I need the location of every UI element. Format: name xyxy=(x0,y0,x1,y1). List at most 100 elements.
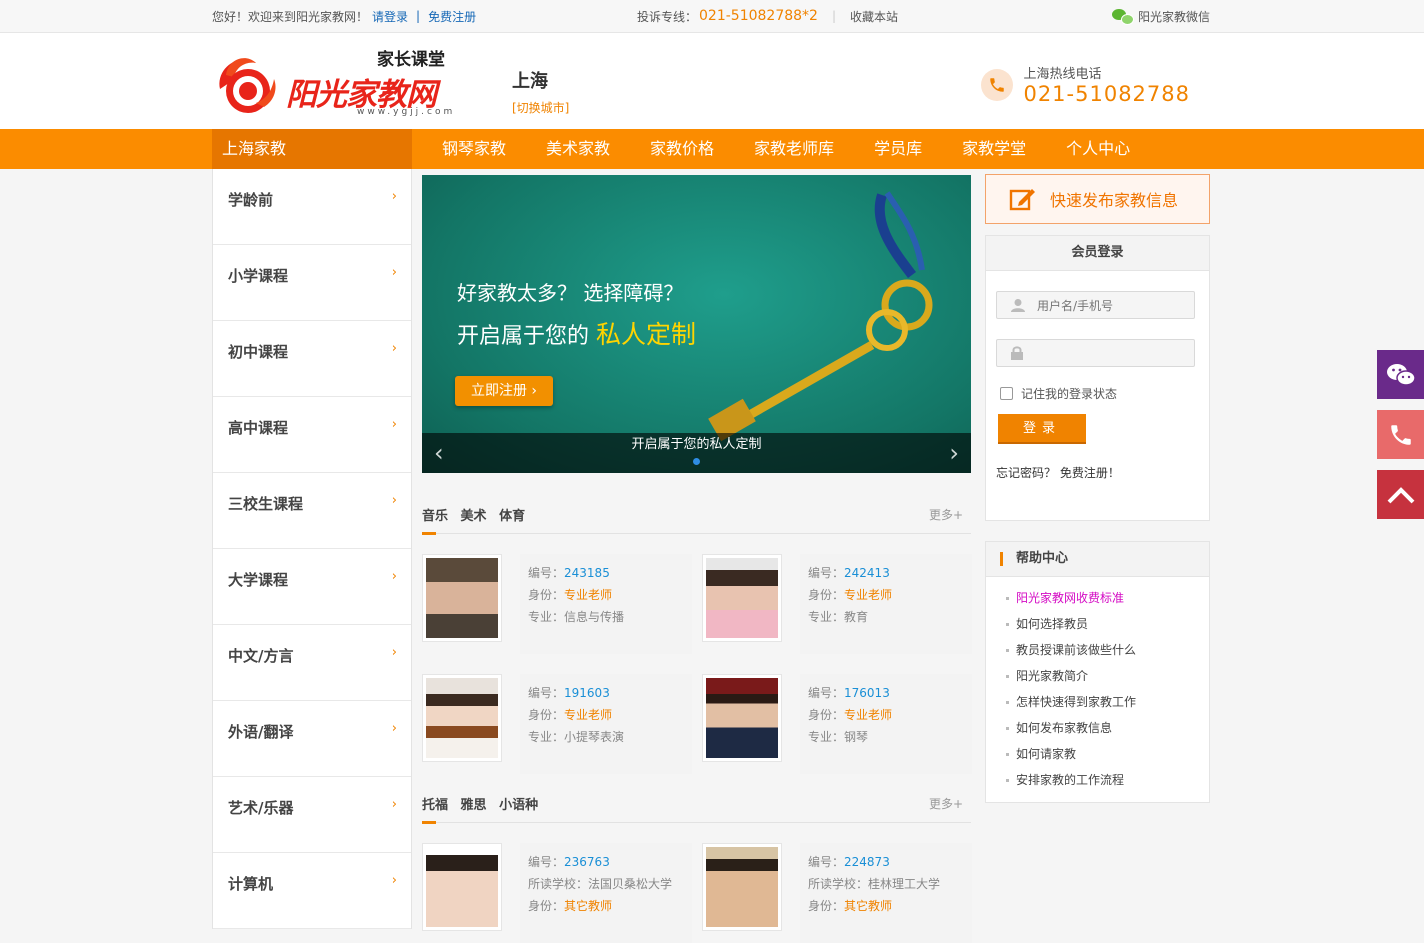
back-to-top-button[interactable] xyxy=(1377,470,1424,519)
nav-item-piano[interactable]: 钢琴家教 xyxy=(442,129,506,169)
teacher-photo[interactable] xyxy=(422,554,502,642)
username-field[interactable] xyxy=(996,291,1195,319)
remember-label: 记住我的登录状态 xyxy=(1021,387,1118,401)
bookmark-link[interactable]: 收藏本站 xyxy=(850,8,898,25)
teacher-number[interactable]: 191603 xyxy=(564,686,610,700)
teacher-card[interactable]: 编号：242413 身份：专业老师 专业：教育 xyxy=(702,554,972,654)
field-label: 身份： xyxy=(528,708,565,722)
main-nav: 上海家教 钢琴家教 美术家教 家教价格 家教老师库 学员库 家教学堂 个人中心 xyxy=(0,129,1424,169)
banner-register-button[interactable]: 立即注册 › xyxy=(455,376,553,406)
promo-banner[interactable]: 好家教太多？ 选择障碍？ 开启属于您的 私人定制 立即注册 › ‹ 开启属于您的… xyxy=(422,175,971,473)
teacher-card[interactable]: 编号：243185 身份：专业老师 专业：信息与传播 xyxy=(422,554,692,654)
sidebar-item-senior[interactable]: 高中课程 › xyxy=(213,397,411,473)
password-field[interactable] xyxy=(996,339,1195,367)
divider: | xyxy=(831,9,837,23)
free-register-link[interactable]: 免费注册！ xyxy=(1060,466,1120,480)
float-wechat-button[interactable] xyxy=(1377,350,1424,399)
user-icon xyxy=(1011,299,1025,312)
publish-info-button[interactable]: 快速发布家教信息 xyxy=(985,174,1210,224)
right-column: 快速发布家教信息 会员登录 记住我的登录状态 登录 忘记密码？ 免费注册！ xyxy=(985,174,1210,803)
help-item-get-work[interactable]: 怎样快速得到家教工作 xyxy=(1006,689,1209,715)
help-item-hire[interactable]: 如何请家教 xyxy=(1006,741,1209,767)
chevron-right-icon: › xyxy=(391,189,397,204)
nav-home[interactable]: 上海家教 xyxy=(212,129,412,169)
help-item-workflow[interactable]: 安排家教的工作流程 xyxy=(1006,767,1209,793)
teacher-card[interactable]: 编号：224873 所读学校：桂林理工大学 身份：其它教师 xyxy=(702,843,972,943)
category-label: 外语/翻译 xyxy=(228,723,294,741)
teacher-school: 法国贝桑松大学 xyxy=(588,877,673,891)
section-title: 音乐 美术 体育 xyxy=(422,505,533,524)
teacher-photo[interactable] xyxy=(422,674,502,762)
help-item-before-class[interactable]: 教员授课前该做些什么 xyxy=(1006,637,1209,663)
teacher-photo[interactable] xyxy=(702,843,782,931)
category-label: 艺术/乐器 xyxy=(228,799,294,817)
help-item-fees[interactable]: 阳光家教网收费标准 xyxy=(1006,585,1209,611)
sidebar-item-primary[interactable]: 小学课程 › xyxy=(213,245,411,321)
hotline-number: 021-51082788 xyxy=(1023,82,1190,106)
teacher-number[interactable]: 236763 xyxy=(564,855,610,869)
teacher-photo[interactable] xyxy=(422,843,502,931)
teacher-info: 编号：176013 身份：专业老师 专业：钢琴 xyxy=(800,674,972,774)
tag-ielts[interactable]: 雅思 xyxy=(461,798,487,813)
category-label: 中文/方言 xyxy=(228,647,294,665)
field-label: 编号： xyxy=(808,566,845,580)
nav-item-teachers[interactable]: 家教老师库 xyxy=(754,129,834,169)
username-input[interactable] xyxy=(1035,295,1189,317)
password-input[interactable] xyxy=(1035,343,1189,365)
carousel-dot[interactable] xyxy=(693,458,700,465)
login-button[interactable]: 登录 xyxy=(998,414,1086,444)
tag-toefl[interactable]: 托福 xyxy=(422,798,448,813)
teacher-number[interactable]: 224873 xyxy=(844,855,890,869)
teacher-identity: 专业老师 xyxy=(844,588,893,602)
register-link[interactable]: 免费注册 xyxy=(428,8,476,25)
float-phone-button[interactable] xyxy=(1377,410,1424,459)
section-underline xyxy=(422,532,436,535)
teacher-photo[interactable] xyxy=(702,674,782,762)
sidebar-item-vocational[interactable]: 三校生课程 › xyxy=(213,473,411,549)
nav-item-prices[interactable]: 家教价格 xyxy=(650,129,714,169)
sidebar-item-university[interactable]: 大学课程 › xyxy=(213,549,411,625)
tag-art[interactable]: 美术 xyxy=(461,509,487,524)
teacher-number[interactable]: 243185 xyxy=(564,566,610,580)
sidebar-item-computer[interactable]: 计算机 › xyxy=(213,853,411,929)
help-item-publish[interactable]: 如何发布家教信息 xyxy=(1006,715,1209,741)
teacher-school: 桂林理工大学 xyxy=(868,877,941,891)
teacher-info: 编号：224873 所读学校：桂林理工大学 身份：其它教师 xyxy=(800,843,972,943)
login-link[interactable]: 请登录 xyxy=(372,8,408,25)
forgot-password-link[interactable]: 忘记密码？ xyxy=(996,466,1056,480)
teacher-number[interactable]: 176013 xyxy=(844,686,890,700)
teacher-photo[interactable] xyxy=(702,554,782,642)
sidebar-item-foreign[interactable]: 外语/翻译 › xyxy=(213,701,411,777)
site-logo[interactable]: 家长课堂 阳光家教网 www.ygjj.com xyxy=(212,41,472,121)
teacher-major: 小提琴表演 xyxy=(564,730,625,744)
field-label: 编号： xyxy=(528,566,565,580)
logo-tagline: 家长课堂 xyxy=(377,50,445,70)
teacher-card[interactable]: 编号：236763 所读学校：法国贝桑松大学 身份：其它教师 xyxy=(422,843,692,943)
teacher-major: 钢琴 xyxy=(844,730,869,744)
sidebar-item-junior[interactable]: 初中课程 › xyxy=(213,321,411,397)
teacher-card[interactable]: 编号：176013 身份：专业老师 专业：钢琴 xyxy=(702,674,972,774)
nav-item-students[interactable]: 学员库 xyxy=(874,129,922,169)
teacher-number[interactable]: 242413 xyxy=(844,566,890,580)
help-item-choose-tutor[interactable]: 如何选择教员 xyxy=(1006,611,1209,637)
tag-music[interactable]: 音乐 xyxy=(422,509,448,524)
sidebar-item-preschool[interactable]: 学龄前 › xyxy=(213,169,411,245)
help-item-about[interactable]: 阳光家教简介 xyxy=(1006,663,1209,689)
nav-item-account[interactable]: 个人中心 xyxy=(1066,129,1130,169)
nav-item-school[interactable]: 家教学堂 xyxy=(962,129,1026,169)
more-link[interactable]: 更多+ xyxy=(929,506,963,523)
separator: | xyxy=(416,9,421,23)
remember-checkbox[interactable] xyxy=(1000,387,1013,400)
switch-city-link[interactable]: [切换城市] xyxy=(512,99,569,116)
sidebar-item-arts[interactable]: 艺术/乐器 › xyxy=(213,777,411,853)
tag-minor-languages[interactable]: 小语种 xyxy=(499,798,538,813)
wechat-link[interactable]: 阳光家教微信 xyxy=(1111,8,1210,25)
remember-me[interactable]: 记住我的登录状态 xyxy=(1000,385,1209,402)
teacher-card[interactable]: 编号：191603 身份：专业老师 专业：小提琴表演 xyxy=(422,674,692,774)
chevron-right-icon[interactable]: › xyxy=(949,439,959,467)
more-link[interactable]: 更多+ xyxy=(929,795,963,812)
sidebar-item-chinese[interactable]: 中文/方言 › xyxy=(213,625,411,701)
center-column: 好家教太多？ 选择障碍？ 开启属于您的 私人定制 立即注册 › ‹ 开启属于您的… xyxy=(422,175,972,943)
nav-item-art[interactable]: 美术家教 xyxy=(546,129,610,169)
tag-sports[interactable]: 体育 xyxy=(499,509,525,524)
